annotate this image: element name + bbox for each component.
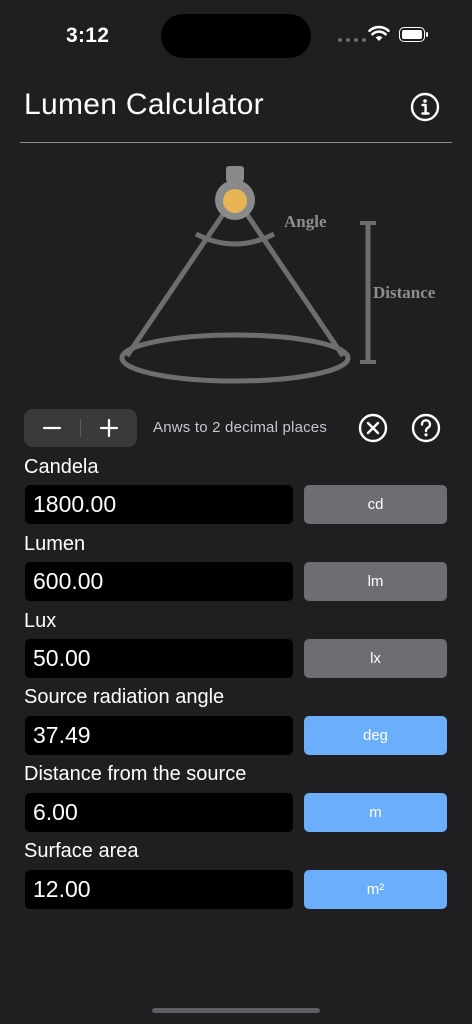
decimal-places-hint: Anws to 2 decimal places: [153, 419, 328, 436]
header-divider: [20, 142, 452, 143]
wifi-icon: [368, 25, 390, 41]
cellular-signal-icon: [338, 38, 366, 42]
distance-label-field: Distance from the source: [24, 763, 247, 785]
lumen-label: Lumen: [24, 533, 86, 555]
increment-button[interactable]: [81, 409, 137, 447]
decimal-stepper: [24, 409, 137, 447]
surface-area-input[interactable]: [25, 870, 293, 909]
distance-input[interactable]: [25, 793, 293, 832]
distance-label: Distance: [373, 283, 436, 302]
battery-icon: [399, 27, 429, 42]
minus-icon: [42, 426, 62, 430]
angle-label-field: Source radiation angle: [24, 686, 225, 708]
lumen-unit-button[interactable]: lm: [304, 562, 447, 601]
info-icon[interactable]: [410, 92, 440, 122]
lumen-input[interactable]: [25, 562, 293, 601]
illuminated-area: [119, 332, 351, 384]
angle-unit-button[interactable]: deg: [304, 716, 447, 755]
lamp-cone-diagram: Angle Distance: [119, 166, 436, 384]
candela-input[interactable]: [25, 485, 293, 524]
status-time: 3:12: [66, 24, 110, 47]
lamp-icon: [215, 166, 255, 220]
lux-unit-button[interactable]: lx: [304, 639, 447, 678]
lux-input[interactable]: [25, 639, 293, 678]
lux-label: Lux: [24, 610, 57, 632]
candela-unit-button[interactable]: cd: [304, 485, 447, 524]
page-title: Lumen Calculator: [24, 88, 264, 121]
distance-unit-button[interactable]: m: [304, 793, 447, 832]
angle-label: Angle: [284, 212, 327, 231]
angle-input[interactable]: [25, 716, 293, 755]
home-indicator[interactable]: [152, 1008, 320, 1013]
surface-area-label: Surface area: [24, 840, 139, 862]
decrement-button[interactable]: [24, 409, 80, 447]
surface-area-unit-button[interactable]: m²: [304, 870, 447, 909]
help-icon[interactable]: [411, 413, 441, 443]
plus-icon: [99, 418, 119, 438]
dynamic-island: [161, 14, 311, 58]
status-bar: 3:12: [0, 0, 472, 70]
clear-icon[interactable]: [358, 413, 388, 443]
candela-label: Candela: [24, 456, 99, 478]
